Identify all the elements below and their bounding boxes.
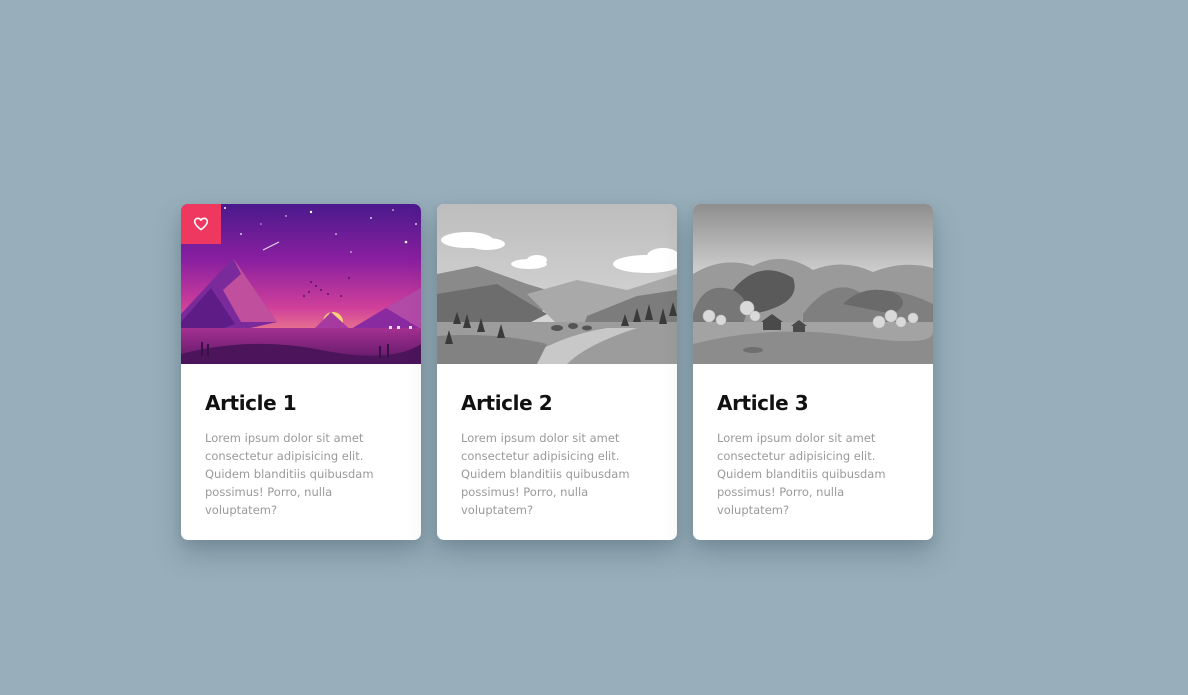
- page: Article 1 Lorem ipsum dolor sit amet con…: [0, 0, 1188, 695]
- article-image: [693, 204, 933, 364]
- article-title: Article 3: [717, 391, 809, 415]
- heart-icon: [193, 216, 209, 232]
- article-body: Article 2 Lorem ipsum dolor sit amet con…: [437, 364, 677, 519]
- article-title: Article 1: [205, 391, 297, 415]
- article-excerpt: Lorem ipsum dolor sit amet consectetur a…: [717, 431, 886, 517]
- article-image: [437, 204, 677, 364]
- article-excerpt: Lorem ipsum dolor sit amet consectetur a…: [461, 431, 630, 517]
- card-list: Article 1 Lorem ipsum dolor sit amet con…: [181, 204, 933, 540]
- article-body: Article 1 Lorem ipsum dolor sit amet con…: [181, 364, 421, 519]
- article-body: Article 3 Lorem ipsum dolor sit amet con…: [693, 364, 933, 519]
- article-title: Article 2: [461, 391, 553, 415]
- article-card[interactable]: Article 3 Lorem ipsum dolor sit amet con…: [693, 204, 933, 540]
- article-card[interactable]: Article 2 Lorem ipsum dolor sit amet con…: [437, 204, 677, 540]
- favorite-button[interactable]: [181, 204, 221, 244]
- article-excerpt: Lorem ipsum dolor sit amet consectetur a…: [205, 431, 374, 517]
- article-card[interactable]: Article 1 Lorem ipsum dolor sit amet con…: [181, 204, 421, 540]
